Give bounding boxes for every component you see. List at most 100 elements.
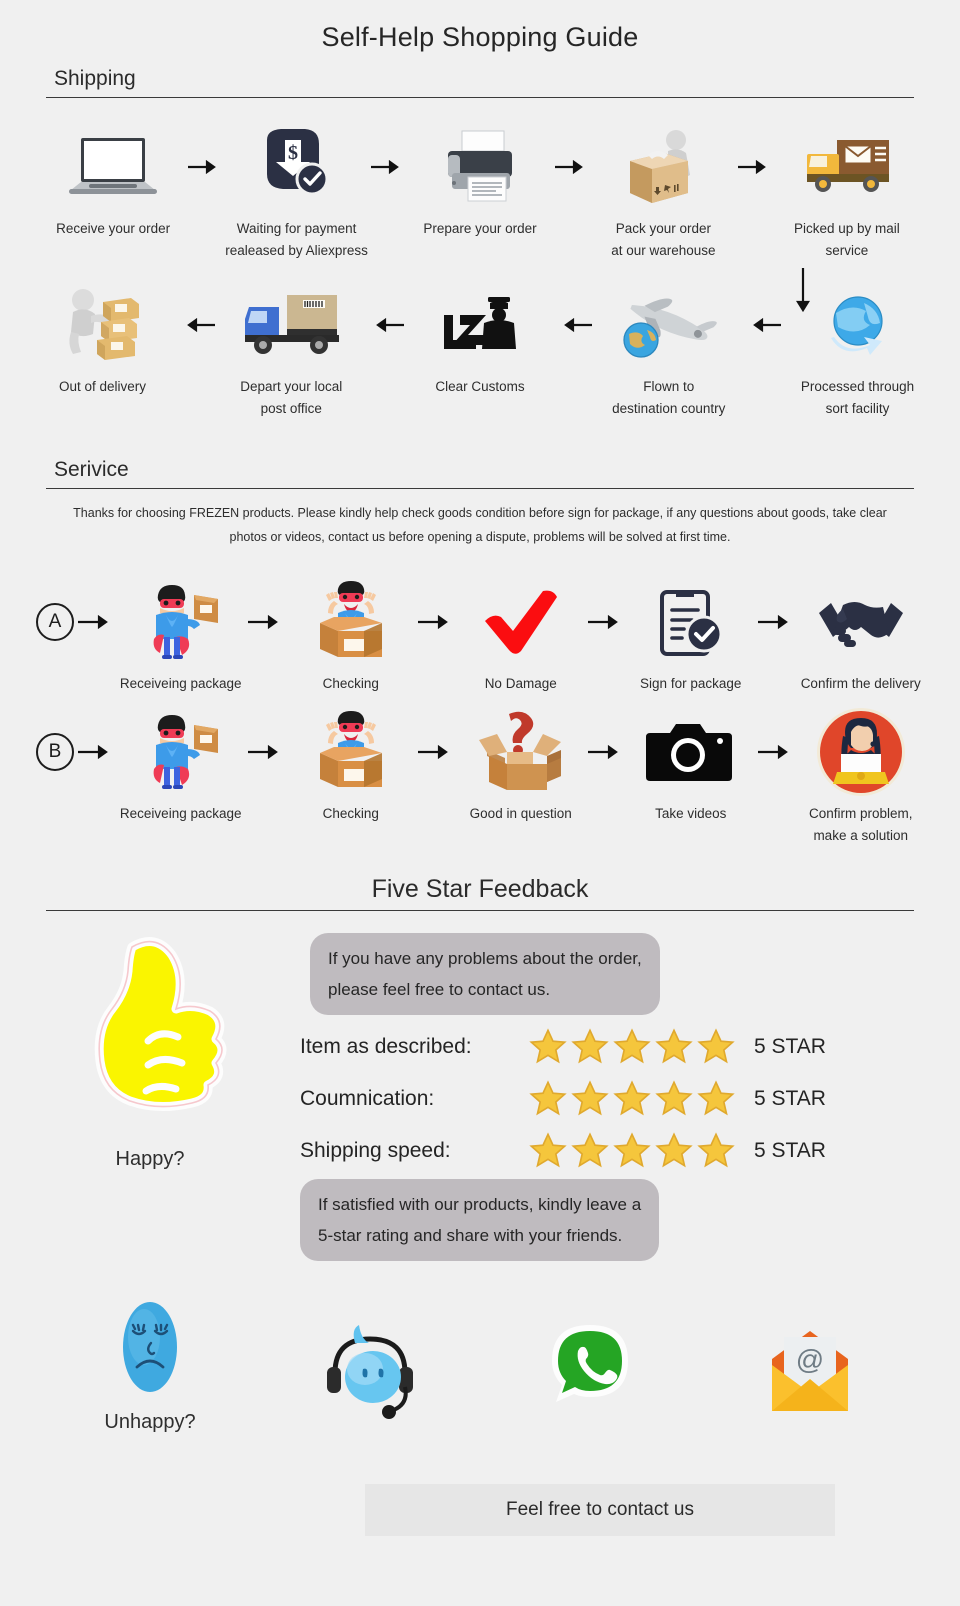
row-badge-a-wrap: A [36, 579, 74, 665]
shipping-step-depart-post-office: Depart your local post office [217, 282, 366, 420]
row-badge-b: B [36, 733, 74, 771]
service-step-take-videos: Take videos [627, 709, 754, 825]
service-step-confirm-delivery: Confirm the delivery [797, 579, 924, 695]
rating-stars [528, 1027, 740, 1067]
shipping-step-label: Clear Customs [435, 379, 525, 394]
shipping-step-label: Processed through sort facility [800, 379, 915, 416]
service-divider [46, 488, 914, 489]
service-step-label: Good in question [469, 806, 572, 821]
clipboard-check-icon [658, 579, 724, 665]
arrow-right-icon [244, 709, 287, 795]
delivery-worker-icon [57, 282, 149, 368]
camera-icon [645, 709, 736, 795]
service-step-receiving-package-b: Receiveing package [117, 709, 244, 825]
contact-bar-wrap: Feel free to contact us [0, 1484, 960, 1536]
thumbs-up-icon [70, 933, 230, 1138]
service-step-label: Checking [322, 676, 379, 691]
arrow-left-icon [555, 282, 595, 368]
contact-label: Unhappy? [104, 1411, 196, 1433]
rating-row: Shipping speed: 5 STAR [300, 1131, 960, 1171]
service-step-label: Confirm the delivery [800, 676, 921, 691]
service-flow-row-b: B Receiveing package Checking Good in qu… [0, 708, 960, 847]
guide-page: Self-Help Shopping Guide Shipping Receiv… [0, 0, 960, 1606]
contact-whatsapp[interactable] [480, 1317, 700, 1433]
service-step-good-in-question: Good in question [457, 709, 584, 825]
hero-with-box-icon [138, 709, 224, 795]
shipping-step-label: Prepare your order [423, 221, 537, 236]
rating-stars [528, 1131, 740, 1171]
service-step-label: Sign for package [640, 676, 742, 691]
arrow-right-icon [414, 579, 457, 665]
page-title: Self-Help Shopping Guide [321, 22, 639, 52]
happy-label: Happy? [115, 1148, 185, 1170]
customs-officer-icon [440, 282, 520, 368]
feedback-divider [46, 910, 914, 911]
rating-value: 5 STAR [754, 1035, 826, 1058]
rating-row: Item as described: 5 STAR [300, 1027, 960, 1067]
payment-released-icon: $ [255, 124, 339, 210]
arrow-right-icon [754, 579, 797, 665]
airplane-globe-icon [611, 282, 727, 368]
feedback-bubble-bottom: If satisfied with our products, kindly l… [300, 1179, 660, 1261]
hero-in-box-icon [308, 709, 394, 795]
rating-row: Coumnication: 5 STAR [300, 1079, 960, 1119]
shipping-flow-row-1: Receive your order $ Waiting for payment… [0, 124, 960, 262]
service-step-confirm-problem: Confirm problem, make a solution [797, 708, 924, 847]
service-note: Thanks for choosing FREZEN products. Ple… [73, 506, 887, 544]
service-step-label: No Damage [484, 676, 557, 691]
service-step-label: Receiveing package [119, 806, 242, 821]
service-heading: Serivice [54, 458, 129, 481]
svg-text:$: $ [288, 142, 298, 164]
svg-text:@: @ [796, 1344, 824, 1375]
globe-sort-icon [820, 282, 896, 368]
shipping-step-label: Out of delivery [58, 379, 147, 394]
contact-bar[interactable]: Feel free to contact us [365, 1484, 835, 1536]
arrow-left-icon [743, 282, 783, 368]
shipping-section: Shipping [46, 53, 914, 98]
arrow-left-icon [177, 282, 217, 368]
arrow-right-icon [754, 709, 797, 795]
shipping-step-picked-up: Picked up by mail service [774, 124, 920, 262]
service-section: Serivice [46, 444, 914, 489]
service-step-label: Take videos [655, 806, 727, 821]
arrow-right-icon [584, 579, 627, 665]
arrow-right-icon [244, 579, 287, 665]
feedback-happy-block: Happy? [0, 919, 300, 1261]
arrow-right-icon [74, 579, 117, 665]
mail-truck-icon [799, 124, 895, 210]
red-check-icon [481, 579, 561, 665]
shipping-step-label: Picked up by mail service [793, 221, 900, 258]
shipping-step-out-delivery: Out of delivery [28, 282, 177, 398]
feedback-bubble-top: If you have any problems about the order… [310, 933, 660, 1015]
contact-live-chat[interactable] [260, 1317, 480, 1433]
shipping-step-label: Waiting for payment realeased by Aliexpr… [225, 221, 368, 258]
shipping-step-label: Receive your order [56, 221, 171, 236]
shipping-step-pack-order: Pack your order at our warehouse [590, 124, 736, 262]
service-flow-row-a: A Receiveing package Checking No Damage … [0, 579, 960, 695]
handshake-icon [813, 579, 909, 665]
service-step-label: Confirm problem, make a solution [808, 806, 913, 843]
shipping-step-prepare-order: Prepare your order [407, 124, 553, 240]
rating-value: 5 STAR [754, 1139, 826, 1162]
arrow-right-icon [553, 124, 590, 210]
arrow-left-icon [366, 282, 406, 368]
feedback-body: Happy? If you have any problems about th… [0, 919, 960, 1261]
email-envelope-icon[interactable]: @ [750, 1317, 870, 1421]
arrow-right-icon [370, 124, 407, 210]
shipping-heading: Shipping [54, 67, 136, 90]
blue-truck-icon [237, 282, 345, 368]
contact-email[interactable]: @ [700, 1317, 920, 1433]
feedback-heading: Five Star Feedback [371, 875, 589, 903]
arrow-right-icon [186, 124, 223, 210]
packing-worker-icon [618, 124, 708, 210]
arrow-right-icon [74, 709, 117, 795]
hero-in-box-icon [308, 579, 394, 665]
whatsapp-icon[interactable] [540, 1317, 640, 1421]
arrow-right-icon [584, 709, 627, 795]
support-agent-icon [815, 708, 907, 796]
shipping-step-label: Depart your local post office [240, 379, 343, 416]
service-step-no-damage: No Damage [457, 579, 584, 695]
hero-with-box-icon [138, 579, 224, 665]
live-chat-headset-icon[interactable] [315, 1317, 425, 1421]
contact-row: Unhappy? @ [0, 1295, 960, 1433]
